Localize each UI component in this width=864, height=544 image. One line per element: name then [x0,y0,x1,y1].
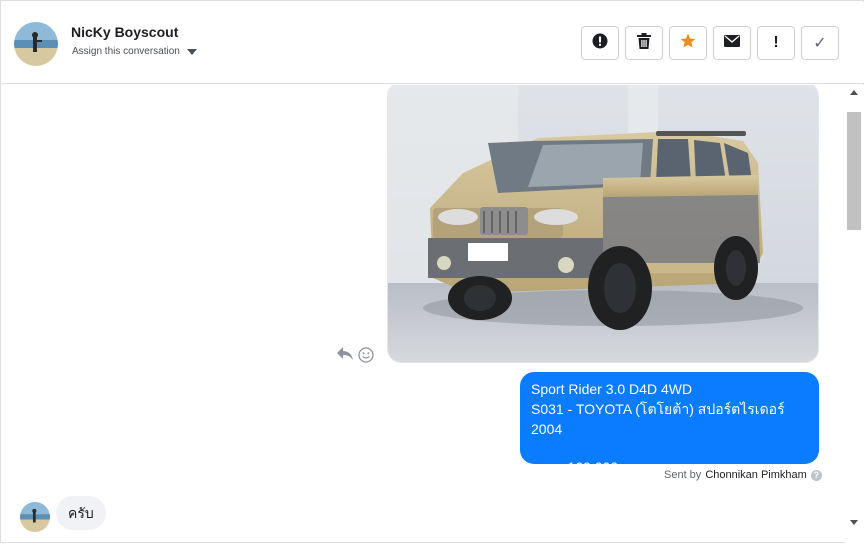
assign-conversation-dropdown[interactable]: Assign this conversation [72,46,197,57]
trash-icon [637,32,651,54]
sender-name: Chonnikan Pimkham [705,469,807,481]
message-line: Sport Rider 3.0 D4D 4WD [531,381,693,397]
sent-by-prefix: Sent by [664,469,702,481]
message-thread[interactable]: Sport Rider 3.0 D4D 4WD S031 - TOYOTA (โ… [2,85,845,544]
conversation-toolbar: ! ✓ [581,26,839,60]
checkmark-icon: ✓ [813,35,827,52]
scroll-down-arrow-icon[interactable] [850,520,858,525]
follow-up-button[interactable]: ! [757,26,795,60]
reply-icon[interactable] [337,347,353,366]
scrollbar-thumb[interactable] [847,112,861,230]
contact-name[interactable]: NicKy Boyscout [71,24,178,40]
caret-down-icon [186,48,197,55]
contact-avatar[interactable] [14,22,58,66]
incoming-message-bubble[interactable]: ครับ [56,496,106,530]
conversation-window: NicKy Boyscout Assign this conversation [0,0,864,544]
envelope-icon [724,34,740,52]
contact-avatar-small [20,502,50,532]
sent-by-info: Sent by Chonnikan Pimkham ? [664,469,822,481]
star-button[interactable] [669,26,707,60]
thread-scrollbar[interactable] [845,85,864,544]
help-question-icon[interactable]: ? [810,469,822,481]
delete-button[interactable] [625,26,663,60]
mark-unread-button[interactable] [713,26,751,60]
emoji-reaction-icon[interactable] [358,347,374,368]
message-line: S031 - TOYOTA (โตโยต้า) สปอร์ตไรเดอร์ 20… [531,401,785,437]
mark-done-button[interactable]: ✓ [801,26,839,60]
conversation-header: NicKy Boyscout Assign this conversation [2,2,864,84]
assign-label: Assign this conversation [72,46,180,57]
scroll-up-arrow-icon[interactable] [850,90,858,95]
star-icon [680,33,696,54]
mark-spam-button[interactable] [581,26,619,60]
exclamation-icon: ! [773,34,779,51]
car-photo-attachment[interactable] [387,85,819,363]
alert-circle-icon [592,33,608,54]
outgoing-message-bubble[interactable]: Sport Rider 3.0 D4D 4WD S031 - TOYOTA (โ… [520,372,819,475]
